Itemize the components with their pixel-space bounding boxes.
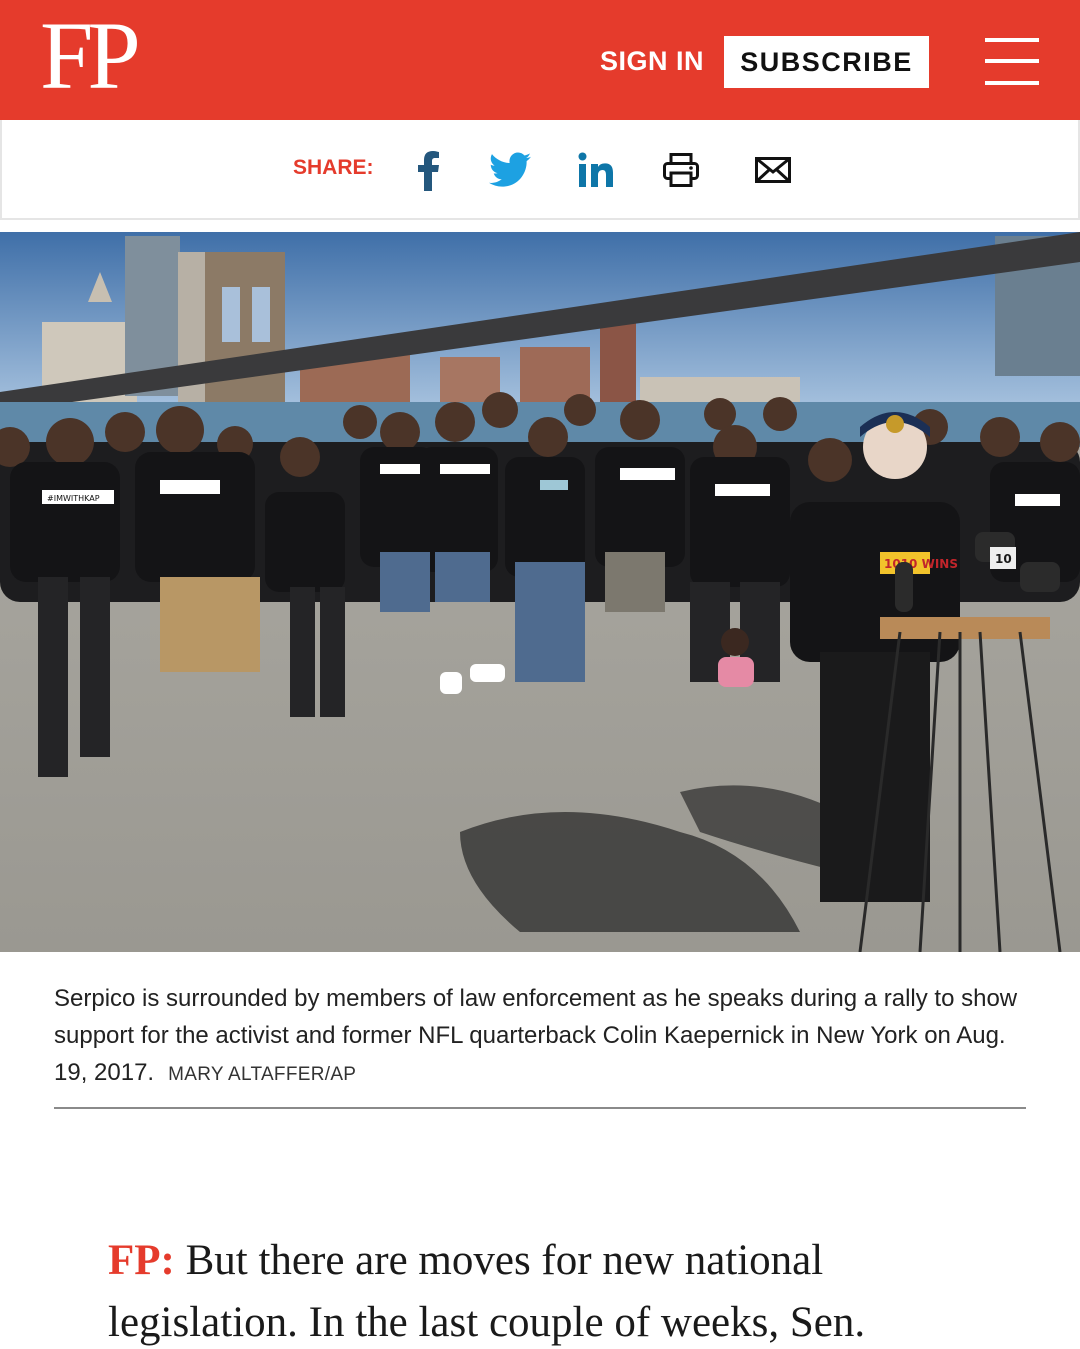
fp-logo[interactable]: FP (40, 8, 141, 104)
facebook-icon[interactable] (403, 145, 453, 195)
linkedin-icon[interactable] (571, 145, 621, 195)
photo-caption: Serpico is surrounded by members of law … (54, 980, 1026, 1093)
email-icon[interactable] (748, 145, 798, 195)
twitter-icon[interactable] (485, 145, 535, 195)
hero-photo: #IMWITHKAP 1010 WINS 10 (0, 232, 1080, 952)
photo-credit: MARY ALTAFFER/AP (168, 1064, 357, 1085)
sign-in-link[interactable]: SIGN IN (600, 46, 704, 77)
article-text: But there are moves for new national leg… (108, 1237, 866, 1346)
top-navigation-bar: FP SIGN IN SUBSCRIBE (0, 0, 1080, 120)
print-icon[interactable] (656, 145, 706, 195)
share-bar: SHARE: (0, 120, 1080, 220)
menu-icon[interactable] (985, 38, 1039, 86)
speaker-tag: FP: (108, 1237, 175, 1284)
article-paragraph: FP: But there are moves for new national… (108, 1230, 1008, 1349)
share-label: SHARE: (293, 156, 374, 179)
subscribe-button[interactable]: SUBSCRIBE (724, 36, 929, 88)
caption-divider (54, 1107, 1026, 1109)
shirt-text: #IMWITHKAP (47, 494, 100, 503)
mic-text: 10 (995, 552, 1012, 566)
